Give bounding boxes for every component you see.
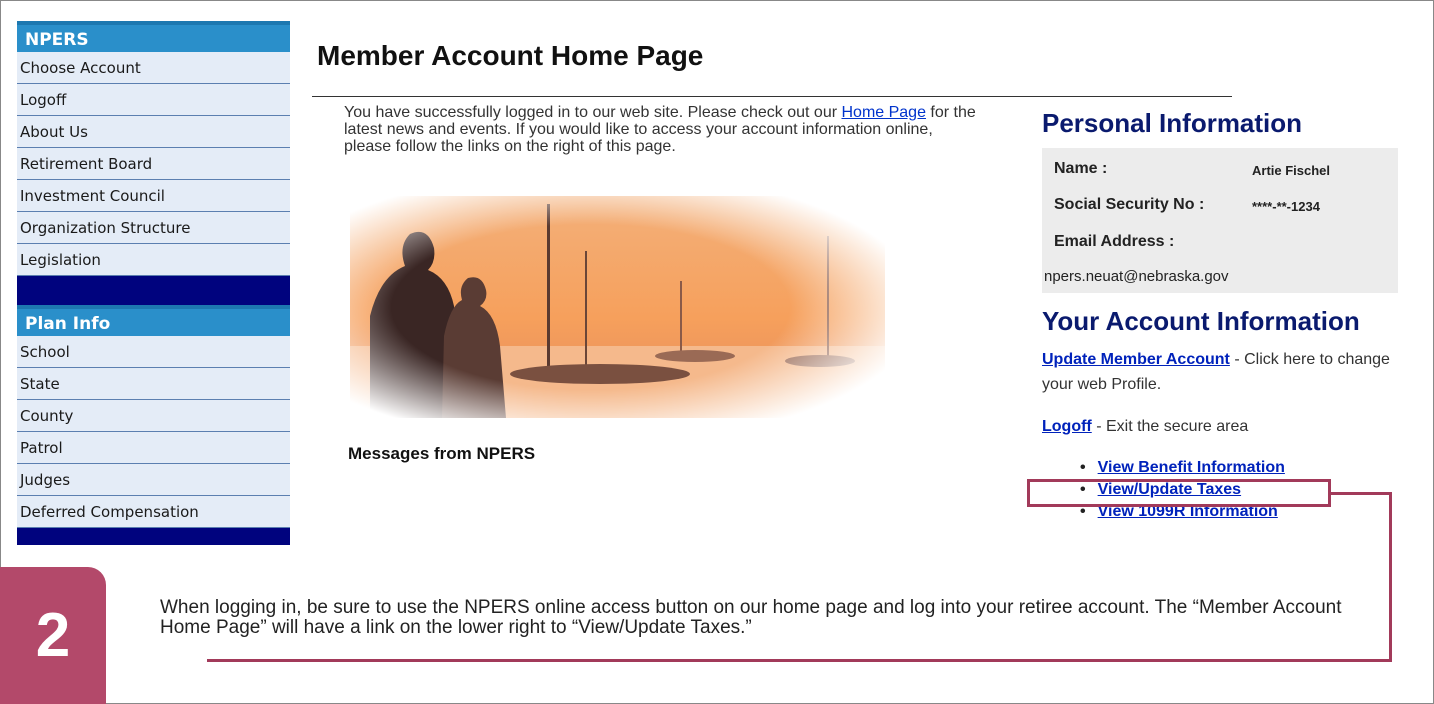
ssn-label: Social Security No : [1054,196,1205,213]
sidebar-item-deferred-compensation[interactable]: Deferred Compensation [17,496,290,528]
sidebar-nav: NPERS Choose Account Logoff About Us Ret… [17,21,290,545]
list-item: • View Benefit Information [1080,457,1285,479]
personal-info-heading: Personal Information [1042,108,1303,138]
sidebar-separator-bottom [17,528,290,545]
sunset-harbor-image [350,196,885,418]
name-label: Name : [1054,160,1108,177]
sidebar-item-organization-structure[interactable]: Organization Structure [17,212,290,244]
welcome-message: You have successfully logged in to our w… [344,104,984,155]
name-value: Artie Fischel [1252,163,1331,178]
sidebar-item-retirement-board[interactable]: Retirement Board [17,148,290,180]
callout-connector-top [1331,492,1392,495]
sidebar-item-judges[interactable]: Judges [17,464,290,496]
email-label: Email Address : [1054,233,1175,250]
email-value: npers.neuat@nebraska.gov [1044,268,1229,285]
sidebar-item-investment-council[interactable]: Investment Council [17,180,290,212]
personal-info-panel: Name : Artie Fischel Social Security No … [1042,148,1398,293]
sidebar-header-npers: NPERS [17,21,290,52]
sidebar-item-legislation[interactable]: Legislation [17,244,290,276]
title-divider [312,96,1232,97]
logoff-link[interactable]: Logoff [1042,418,1092,435]
sidebar-item-about-us[interactable]: About Us [17,116,290,148]
sidebar-header-plan-info: Plan Info [17,305,290,336]
sidebar-item-county[interactable]: County [17,400,290,432]
sidebar-item-state[interactable]: State [17,368,290,400]
bullet-icon: • [1080,459,1086,476]
logoff-description: - Exit the secure area [1091,418,1249,435]
sidebar-item-school[interactable]: School [17,336,290,368]
sidebar-separator [17,276,290,305]
callout-connector-bottom [207,659,1392,662]
sidebar-item-choose-account[interactable]: Choose Account [17,52,290,84]
welcome-text-start: You have successfully logged in to our w… [344,104,842,121]
logoff-paragraph: Logoff - Exit the secure area [1042,414,1422,439]
page-title: Member Account Home Page [317,40,704,71]
instruction-text: When logging in, be sure to use the NPER… [160,597,1342,638]
update-member-account-link[interactable]: Update Member Account [1042,351,1230,368]
ssn-value: ****-**-1234 [1252,199,1320,214]
messages-heading: Messages from NPERS [348,444,536,463]
update-account-paragraph: Update Member Account - Click here to ch… [1042,347,1422,397]
home-page-link[interactable]: Home Page [841,104,926,121]
account-info-heading: Your Account Information [1042,306,1360,336]
sidebar-item-logoff[interactable]: Logoff [17,84,290,116]
sidebar-item-patrol[interactable]: Patrol [17,432,290,464]
taxes-link-highlight-box [1027,479,1331,507]
view-benefit-information-link[interactable]: View Benefit Information [1098,459,1285,476]
step-number-badge: 2 [0,567,106,704]
